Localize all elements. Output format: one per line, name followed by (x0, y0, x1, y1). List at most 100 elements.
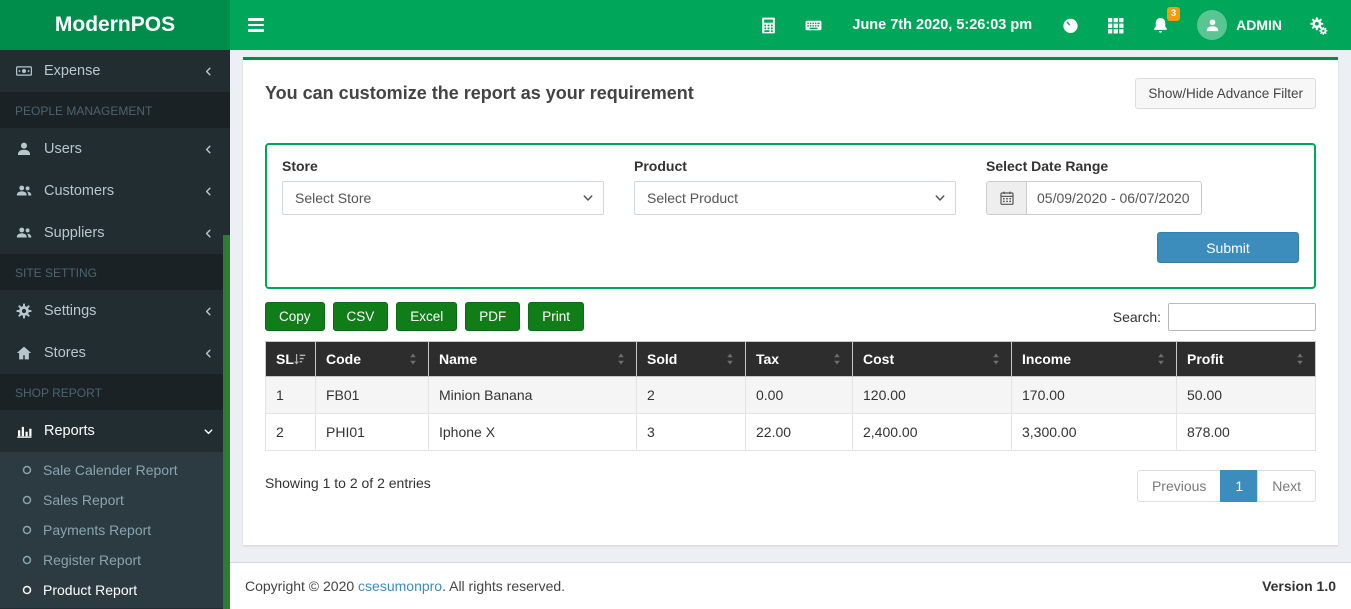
sidebar-item-product-report[interactable]: Product Report (0, 575, 230, 605)
sidebar-item-label: Expense (44, 63, 202, 79)
submit-button[interactable]: Submit (1157, 232, 1299, 263)
sidebar-item-sales-report[interactable]: Sales Report (0, 485, 230, 515)
cell-sl: 2 (266, 414, 316, 451)
reports-submenu: Sale Calender Report Sales Report Paymen… (0, 452, 230, 608)
csv-button[interactable]: CSV (333, 302, 389, 331)
notification-badge: 3 (1167, 7, 1180, 21)
chevron-left-icon (202, 227, 215, 240)
chevron-left-icon (202, 185, 215, 198)
cell-name: Iphone X (429, 414, 637, 451)
sort-icon (830, 352, 844, 367)
submenu-item-label: Register Report (43, 552, 141, 568)
page-title: You can customize the report as your req… (265, 83, 694, 104)
sidebar-item-expense[interactable]: Expense (0, 50, 230, 92)
sort-icon (614, 352, 628, 367)
cell-code: FB01 (316, 377, 429, 414)
table-row: 1 FB01 Minion Banana 2 0.00 120.00 170.0… (266, 377, 1316, 414)
users-icon (15, 182, 33, 200)
submenu-item-label: Sales Report (43, 492, 124, 508)
submenu-item-label: Payments Report (43, 522, 151, 538)
date-range-label: Select Date Range (986, 158, 1202, 174)
column-header-name[interactable]: Name (429, 342, 637, 377)
print-button[interactable]: Print (528, 302, 584, 331)
sidebar-item-register-report[interactable]: Register Report (0, 545, 230, 575)
store-select[interactable]: Select Store (282, 181, 604, 215)
sort-icon (989, 352, 1003, 367)
sidebar-item-reports[interactable]: Reports (0, 410, 230, 452)
cell-sold: 3 (637, 414, 746, 451)
gear-icon (15, 302, 33, 320)
page-1-button[interactable]: 1 (1220, 470, 1258, 502)
column-header-income[interactable]: Income (1012, 342, 1177, 377)
sort-desc-icon (293, 352, 307, 367)
bar-chart-icon (15, 422, 33, 440)
brand-logo[interactable]: ModernPOS (0, 0, 230, 50)
product-report-table: SL Code Name Sold Tax Cost Income (265, 341, 1316, 451)
table-summary: Showing 1 to 2 of 2 entries (265, 467, 431, 491)
cell-cost: 2,400.00 (853, 414, 1012, 451)
sidebar-item-payments-report[interactable]: Payments Report (0, 515, 230, 545)
csesumonpro-link[interactable]: csesumonpro (358, 578, 442, 594)
cell-profit: 878.00 (1177, 414, 1316, 451)
product-select[interactable]: Select Product (634, 181, 956, 215)
sidebar-item-customers[interactable]: Customers (0, 170, 230, 212)
submenu-item-label: Product Report (43, 582, 137, 598)
sidebar-section-site-setting: SITE SETTING (0, 254, 230, 290)
sidebar-item-users[interactable]: Users (0, 128, 230, 170)
previous-page-button[interactable]: Previous (1137, 470, 1221, 502)
pagination: Previous 1 Next (1137, 470, 1316, 502)
sidebar-section-people-management: PEOPLE MANAGEMENT (0, 92, 230, 128)
table-row: 2 PHI01 Iphone X 3 22.00 2,400.00 3,300.… (266, 414, 1316, 451)
sidebar-item-settings[interactable]: Settings (0, 290, 230, 332)
sort-icon (723, 352, 737, 367)
sidebar: Expense PEOPLE MANAGEMENT Users Customer… (0, 50, 230, 609)
cell-sold: 2 (637, 377, 746, 414)
cell-tax: 22.00 (746, 414, 853, 451)
header-datetime: June 7th 2020, 5:26:03 pm (836, 17, 1048, 33)
cell-income: 3,300.00 (1012, 414, 1177, 451)
circle-icon (21, 464, 33, 476)
cell-profit: 50.00 (1177, 377, 1316, 414)
copy-button[interactable]: Copy (265, 302, 325, 331)
sidebar-section-shop-report: SHOP REPORT (0, 374, 230, 410)
excel-button[interactable]: Excel (396, 302, 457, 331)
apps-grid-icon[interactable] (1093, 0, 1138, 50)
circle-icon (21, 554, 33, 566)
sidebar-item-label: Users (44, 141, 202, 157)
sidebar-item-sale-calender-report[interactable]: Sale Calender Report (0, 455, 230, 485)
sort-icon (1154, 352, 1168, 367)
sidebar-item-label: Suppliers (44, 225, 202, 241)
pdf-button[interactable]: PDF (465, 302, 520, 331)
sidebar-item-label: Settings (44, 303, 202, 319)
column-header-tax[interactable]: Tax (746, 342, 853, 377)
toggle-advance-filter-button[interactable]: Show/Hide Advance Filter (1135, 78, 1316, 109)
money-icon (15, 62, 33, 80)
dashboard-icon[interactable] (1048, 0, 1093, 50)
content-area: You can customize the report as your req… (230, 50, 1351, 562)
date-range-input[interactable] (1026, 181, 1202, 215)
column-header-profit[interactable]: Profit (1177, 342, 1316, 377)
column-header-cost[interactable]: Cost (853, 342, 1012, 377)
sidebar-item-suppliers[interactable]: Suppliers (0, 212, 230, 254)
home-icon (15, 344, 33, 362)
sidebar-item-stores[interactable]: Stores (0, 332, 230, 374)
settings-cogs-icon[interactable] (1296, 0, 1341, 50)
chevron-left-icon (202, 305, 215, 318)
search-label: Search: (1113, 309, 1161, 325)
column-header-code[interactable]: Code (316, 342, 429, 377)
notifications-button[interactable]: 3 (1138, 0, 1183, 50)
cell-code: PHI01 (316, 414, 429, 451)
sidebar-scrollbar[interactable] (223, 235, 230, 609)
username: ADMIN (1236, 17, 1282, 33)
sidebar-toggle-button[interactable] (230, 0, 282, 50)
keyboard-icon[interactable] (791, 0, 836, 50)
next-page-button[interactable]: Next (1257, 470, 1316, 502)
user-menu[interactable]: ADMIN (1183, 0, 1296, 50)
column-header-sold[interactable]: Sold (637, 342, 746, 377)
submenu-item-label: Sale Calender Report (43, 462, 178, 478)
brand-text: ModernPOS (55, 13, 175, 37)
column-header-sl[interactable]: SL (266, 342, 316, 377)
navbar: June 7th 2020, 5:26:03 pm 3 ADMIN (230, 0, 1351, 50)
calculator-icon[interactable] (746, 0, 791, 50)
search-input[interactable] (1168, 303, 1316, 331)
